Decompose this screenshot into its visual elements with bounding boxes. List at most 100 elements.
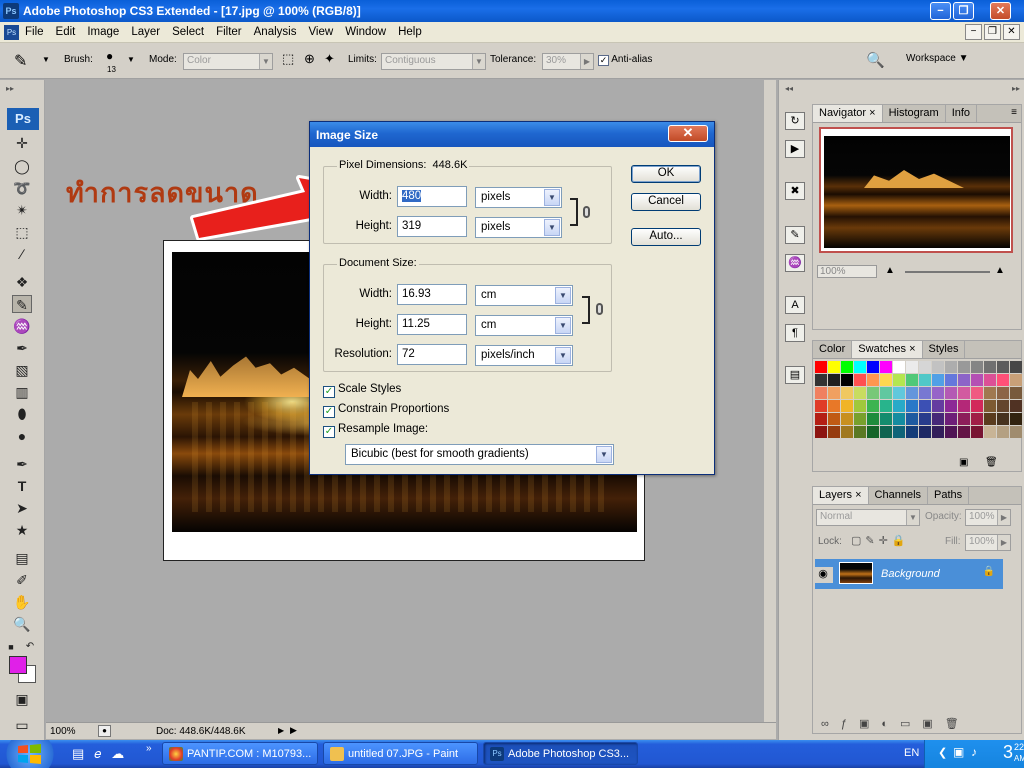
swatch-cell[interactable] — [932, 361, 944, 373]
swatch-cell[interactable] — [971, 387, 983, 399]
menu-window[interactable]: Window — [345, 26, 386, 38]
swatch-cell[interactable] — [932, 413, 944, 425]
tool-preset-dropdown-icon[interactable]: ▼ — [42, 55, 50, 64]
doc-height-input[interactable]: 11.25 — [397, 314, 467, 335]
swatch-cell[interactable] — [919, 400, 931, 412]
eraser-tool-icon[interactable]: ▧ — [12, 361, 32, 379]
swatch-cell[interactable] — [815, 361, 827, 373]
sampling-background-icon[interactable]: ✦ — [324, 51, 335, 67]
swatch-cell[interactable] — [958, 400, 970, 412]
cancel-button[interactable]: Cancel — [631, 193, 701, 211]
swatch-cell[interactable] — [906, 361, 918, 373]
default-colors-icon[interactable]: ■ — [6, 638, 16, 656]
notes-tool-icon[interactable]: ▤ — [12, 549, 32, 567]
limits-select[interactable]: Contiguous ▼ — [381, 53, 486, 70]
swatch-cell[interactable] — [958, 387, 970, 399]
layer-background[interactable]: ◉ Background 🔒 — [813, 559, 1003, 589]
swatch-cell[interactable] — [880, 387, 892, 399]
swatch-cell[interactable] — [815, 387, 827, 399]
document-icon[interactable]: Ps — [4, 25, 19, 40]
auto-button[interactable]: Auto... — [631, 228, 701, 246]
swatch-grid[interactable] — [815, 361, 1022, 438]
swatch-cell[interactable] — [880, 413, 892, 425]
doc-minimize-button[interactable]: − — [965, 24, 982, 40]
ok-button[interactable]: OK — [631, 165, 701, 183]
swatch-cell[interactable] — [984, 400, 996, 412]
quick-mask-icon[interactable]: ▣ — [12, 690, 32, 708]
eye-visibility-icon[interactable]: ◉ — [813, 567, 833, 583]
swatch-cell[interactable] — [867, 413, 879, 425]
swatch-cell[interactable] — [854, 413, 866, 425]
swatch-cell[interactable] — [932, 374, 944, 386]
zoom-out-icon[interactable]: ▲ — [885, 265, 895, 276]
resample-image-checkbox[interactable]: ✓ Resample Image: — [323, 423, 428, 438]
swatch-cell[interactable] — [906, 413, 918, 425]
scale-styles-checkbox[interactable]: ✓ Scale Styles — [323, 383, 401, 398]
swatch-cell[interactable] — [932, 426, 944, 438]
swatch-cell[interactable] — [1010, 374, 1022, 386]
layer-actions-icons[interactable]: ∞ƒ▣◐▭▣🗑 — [821, 717, 971, 730]
pixel-width-unit-select[interactable]: pixels ▼ — [475, 187, 562, 208]
tray-expand-icon[interactable]: ❮ — [938, 746, 947, 759]
menu-filter[interactable]: Filter — [216, 26, 242, 38]
swatch-cell[interactable] — [854, 374, 866, 386]
swatch-cell[interactable] — [828, 374, 840, 386]
swatch-cell[interactable] — [815, 426, 827, 438]
swatch-cell[interactable] — [945, 387, 957, 399]
resolution-unit-select[interactable]: pixels/inch ▼ — [475, 345, 573, 366]
opacity-input[interactable]: 100% ▶ — [965, 509, 1011, 526]
color-replacement-tool-icon[interactable]: ✎ — [12, 295, 32, 313]
swatch-cell[interactable] — [854, 426, 866, 438]
swatch-cell[interactable] — [984, 413, 996, 425]
dialog-close-button[interactable]: ✕ — [668, 125, 708, 142]
swatch-cell[interactable] — [945, 374, 957, 386]
blend-mode-select[interactable]: Normal ▼ — [816, 509, 920, 526]
swatch-cell[interactable] — [867, 426, 879, 438]
swatch-cell[interactable] — [841, 400, 853, 412]
healing-brush-tool-icon[interactable]: ❖ — [12, 273, 32, 291]
workspace-button[interactable]: Workspace ▼ — [906, 53, 969, 64]
swatch-cell[interactable] — [971, 426, 983, 438]
delete-swatch-icon[interactable]: 🗑 — [985, 457, 998, 468]
swatch-cell[interactable] — [919, 361, 931, 373]
task-paint[interactable]: untitled 07.JPG - Paint — [323, 742, 478, 765]
swatch-cell[interactable] — [971, 400, 983, 412]
close-icon[interactable]: × — [855, 489, 861, 501]
swatch-cell[interactable] — [906, 426, 918, 438]
marquee-tool-icon[interactable]: ◯ — [12, 157, 32, 175]
pen-tool-icon[interactable]: ✒ — [12, 455, 32, 473]
expand-dock-icon[interactable]: ◂◂ — [785, 84, 793, 93]
swatch-cell[interactable] — [880, 361, 892, 373]
collapse-arrows-icon[interactable]: ▸▸ — [6, 84, 14, 93]
scroll-right-icon[interactable]: ▶ — [290, 725, 297, 736]
eyedropper-tool-icon[interactable]: ✐ — [12, 571, 32, 589]
swatch-cell[interactable] — [815, 374, 827, 386]
swatch-cell[interactable] — [828, 400, 840, 412]
swatch-cell[interactable] — [841, 426, 853, 438]
minimize-button[interactable]: − — [930, 2, 951, 20]
mode-select[interactable]: Color ▼ — [183, 53, 273, 70]
zoom-level[interactable]: 100% — [50, 726, 76, 737]
swatch-cell[interactable] — [906, 387, 918, 399]
vertical-scrollbar[interactable] — [764, 80, 776, 722]
resample-method-select[interactable]: Bicubic (best for smooth gradients) ▼ — [345, 444, 614, 465]
swatch-cell[interactable] — [984, 361, 996, 373]
crop-tool-icon[interactable]: ⬚ — [12, 223, 32, 241]
swatch-cell[interactable] — [945, 426, 957, 438]
swatch-cell[interactable] — [1010, 413, 1022, 425]
swatch-cell[interactable] — [997, 374, 1009, 386]
doc-width-unit-select[interactable]: cm ▼ — [475, 285, 573, 306]
bridge-icon[interactable]: 🔍 — [866, 51, 885, 69]
swatch-cell[interactable] — [867, 361, 879, 373]
swatch-cell[interactable] — [971, 413, 983, 425]
swatch-cell[interactable] — [997, 387, 1009, 399]
clone-source-icon[interactable]: ♒ — [785, 254, 805, 272]
dodge-tool-icon[interactable]: ● — [12, 427, 32, 445]
swatch-cell[interactable] — [828, 413, 840, 425]
tab-styles[interactable]: Styles — [923, 341, 966, 358]
swatch-cell[interactable] — [854, 400, 866, 412]
doc-width-input[interactable]: 16.93 — [397, 284, 467, 305]
restore-button[interactable]: ❐ — [953, 2, 974, 20]
swatch-cell[interactable] — [815, 400, 827, 412]
network-icon[interactable]: ▣ — [953, 745, 964, 759]
